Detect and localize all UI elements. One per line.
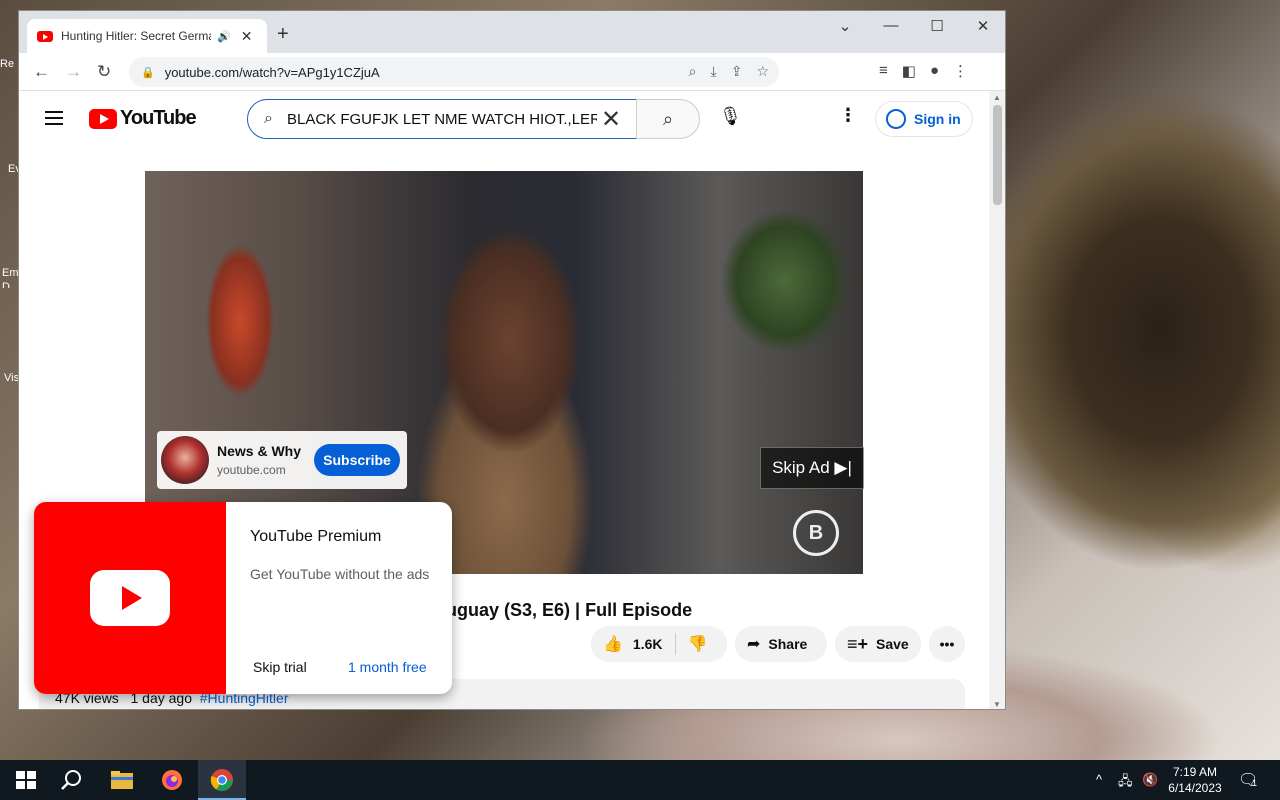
share-button[interactable]: ➦ Share (735, 626, 827, 662)
like-dislike-group: 👍 1.6K 👎 (591, 626, 727, 662)
notification-count: 1 (1252, 778, 1258, 788)
tab-search-chevron-icon[interactable]: ⌄ (825, 17, 865, 35)
url-text: youtube.com/watch?v=APg1y1CZjuA (164, 64, 380, 80)
close-tab-icon[interactable]: ✕ (241, 28, 253, 45)
tab-title: Hunting Hitler: Secret Germa (61, 29, 211, 43)
scroll-up-icon[interactable]: ▲ (993, 93, 1001, 102)
more-horizontal-icon: ••• (939, 636, 955, 652)
clock-date: 6/14/2023 (1168, 781, 1222, 795)
desktop-icon-label: Re (0, 58, 15, 70)
premium-title: YouTube Premium (250, 528, 382, 545)
more-options-icon[interactable]: ⋮ (839, 105, 857, 126)
search-page-icon[interactable]: ⌕ (689, 63, 697, 80)
subscribe-button[interactable]: Subscribe (314, 444, 400, 476)
taskbar: ^ 🖧 🔇 7:19 AM 6/14/2023 🗨 1 (0, 760, 1280, 800)
clear-search-icon[interactable]: ✕ (601, 105, 621, 134)
search-icon[interactable] (60, 768, 84, 792)
desktop-icon-label: Vis (4, 372, 20, 384)
firefox-icon[interactable] (160, 768, 184, 792)
youtube-logo-text: YouTube (120, 107, 197, 129)
skip-ad-button[interactable]: Skip Ad ▶| (760, 447, 864, 489)
youtube-logo[interactable]: YouTube (89, 107, 197, 130)
youtube-logo-icon (90, 570, 170, 626)
close-window-button[interactable]: ✕ (963, 17, 1003, 35)
free-trial-button[interactable]: 1 month free (348, 659, 427, 675)
channel-name: News & Why (217, 443, 302, 459)
profile-icon[interactable]: ● (930, 62, 939, 80)
add-to-playlist-icon: ≡+ (847, 633, 869, 654)
share-label: Share (768, 636, 808, 652)
channel-watermark-icon: B (793, 510, 839, 556)
network-icon[interactable]: 🖧 (1118, 772, 1133, 794)
system-clock[interactable]: 7:19 AM 6/14/2023 (1166, 764, 1224, 796)
maximize-button[interactable]: ☐ (917, 17, 957, 35)
youtube-play-icon (89, 108, 117, 129)
page-scrollbar[interactable]: ▲ ▼ (989, 91, 1005, 709)
scroll-down-icon[interactable]: ▼ (993, 700, 1001, 709)
thumbs-up-icon: 👍 (603, 636, 623, 653)
browser-toolbar: ← → ↻ 🔒 youtube.com/watch?v=APg1y1CZjuA … (19, 53, 1005, 91)
more-actions-button[interactable]: ••• (929, 626, 965, 662)
side-panel-icon[interactable]: ◧ (902, 62, 916, 80)
show-hidden-icons-chevron-icon[interactable]: ^ (1096, 772, 1102, 787)
forward-icon[interactable]: → (65, 62, 82, 82)
microphone-icon[interactable]: 🎙 (719, 106, 742, 127)
sign-in-button[interactable]: Sign in (875, 101, 973, 137)
search-icon: ⌕ (264, 110, 273, 127)
clock-time: 7:19 AM (1172, 765, 1218, 779)
like-count: 1.6K (632, 636, 663, 652)
channel-avatar[interactable] (161, 436, 209, 484)
share-arrow-icon: ➦ (747, 636, 761, 653)
account-icon (886, 109, 906, 129)
premium-banner (34, 502, 226, 694)
media-controls-icon[interactable]: ≡ (879, 62, 888, 80)
thumbs-down-icon[interactable]: 👎 (688, 634, 708, 654)
file-explorer-icon[interactable] (110, 768, 134, 792)
bookmark-star-icon[interactable]: ☆ (756, 63, 769, 80)
search-icon: ⌕ (662, 108, 674, 129)
share-icon[interactable]: ⇪ (731, 63, 743, 80)
back-icon[interactable]: ← (33, 62, 50, 82)
chrome-menu-icon[interactable]: ⋮ (953, 62, 968, 80)
like-button[interactable]: 👍 1.6K (603, 634, 663, 654)
volume-muted-icon[interactable]: 🔇 (1142, 772, 1158, 788)
install-icon[interactable]: ⤓ (711, 63, 717, 80)
minimize-button[interactable]: — (871, 17, 911, 34)
search-button[interactable]: ⌕ (636, 99, 700, 139)
video-title: ruguay (S3, E6) | Full Episode (439, 600, 693, 620)
browser-tab[interactable]: Hunting Hitler: Secret Germa 🔊 ✕ (27, 19, 267, 53)
skip-trial-button[interactable]: Skip trial (253, 659, 307, 675)
reload-icon[interactable]: ↻ (97, 62, 111, 82)
youtube-favicon-icon (37, 30, 53, 42)
channel-card[interactable]: News & Why youtube.com Subscribe (157, 431, 407, 489)
sign-in-label: Sign in (914, 111, 961, 127)
tab-strip: Hunting Hitler: Secret Germa 🔊 ✕ + ⌄ — ☐… (19, 11, 1005, 53)
chrome-icon[interactable] (210, 768, 234, 792)
hamburger-menu-icon[interactable] (45, 111, 63, 125)
lock-icon: 🔒 (141, 66, 155, 79)
save-label: Save (876, 636, 909, 652)
address-bar[interactable]: 🔒 youtube.com/watch?v=APg1y1CZjuA ⌕ ⤓ ⇪ … (129, 57, 779, 87)
speaker-icon[interactable]: 🔊 (217, 30, 231, 43)
scroll-thumb[interactable] (993, 105, 1002, 205)
new-tab-button[interactable]: + (277, 23, 289, 46)
save-button[interactable]: ≡+ Save (835, 626, 921, 662)
premium-description: Get YouTube without the ads (250, 566, 430, 582)
divider (674, 633, 676, 655)
windows-start-icon[interactable] (14, 768, 38, 792)
search-query-text[interactable]: BLACK FGUFJK LET NME WATCH HIOT.,LER (287, 111, 597, 128)
premium-popup: YouTube Premium Get YouTube without the … (34, 502, 452, 694)
channel-domain: youtube.com (217, 463, 286, 477)
search-input[interactable]: ⌕ BLACK FGUFJK LET NME WATCH HIOT.,LER ✕ (247, 99, 637, 139)
